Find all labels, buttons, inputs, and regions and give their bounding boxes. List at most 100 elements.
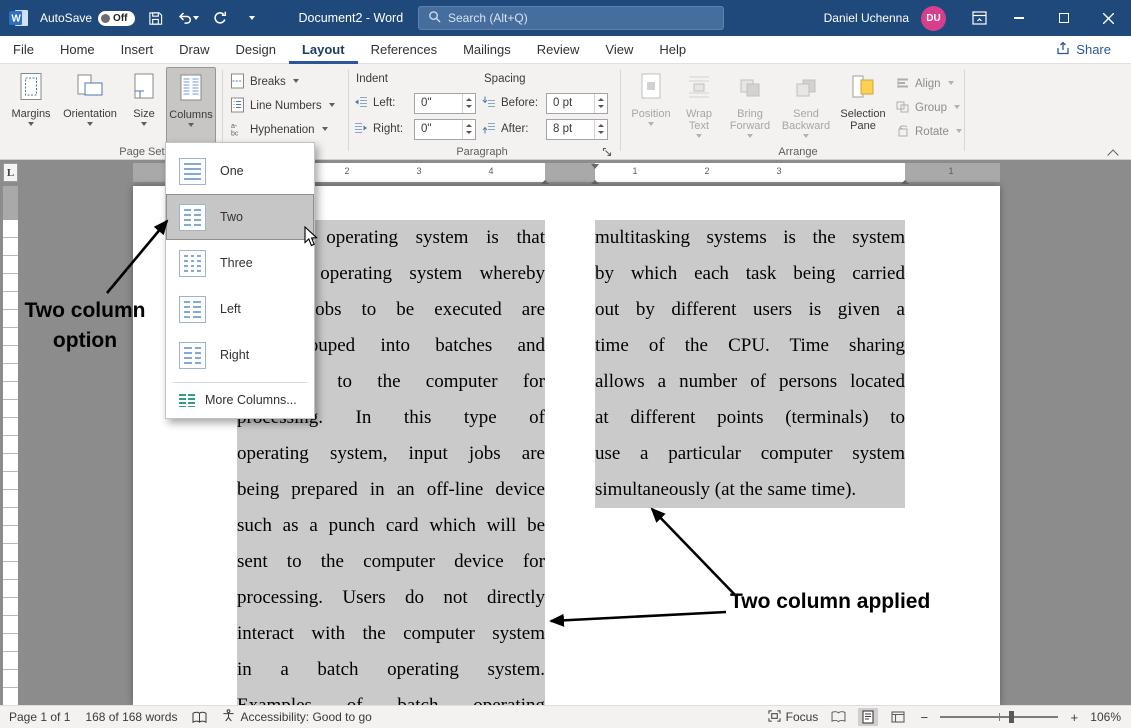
left-indent-marker[interactable] [591, 163, 600, 181]
doc-line[interactable]: sent to the computer device for [237, 544, 545, 580]
web-layout-icon[interactable] [888, 708, 908, 726]
right-indent-marker[interactable] [541, 163, 550, 181]
tab-file[interactable]: File [0, 36, 47, 64]
orientation-button[interactable]: Orientation [58, 67, 122, 143]
doc-line[interactable]: Examples of batch operating [237, 688, 545, 705]
close-button[interactable] [1086, 0, 1131, 36]
line-numbers-button[interactable]: Line Numbers [230, 96, 335, 116]
left-column-icon [179, 296, 206, 323]
size-icon [131, 72, 157, 105]
indent-left-input[interactable]: 0" [414, 93, 476, 114]
focus-button[interactable]: Focus [768, 710, 819, 725]
quick-access-chevron[interactable] [241, 7, 263, 29]
tab-design[interactable]: Design [223, 36, 289, 64]
menu-item-three[interactable]: Three [166, 240, 314, 286]
doc-line[interactable]: at different points (terminals) to [595, 400, 905, 436]
tab-stop-selector[interactable]: L [3, 163, 18, 182]
page-indicator[interactable]: Page 1 of 1 [9, 710, 70, 724]
save-icon[interactable] [145, 7, 167, 29]
doc-line[interactable]: operating system, input jobs are [237, 436, 545, 472]
wrap-text-icon [686, 72, 712, 105]
doc-line[interactable]: simultaneously (at the same time). [595, 472, 905, 508]
hyphenation-icon: a-bc [230, 121, 245, 140]
hyphenation-button[interactable]: a-bc Hyphenation [230, 120, 328, 140]
doc-line[interactable]: out by different users is given a [595, 292, 905, 328]
focus-icon [768, 710, 781, 725]
tab-home[interactable]: Home [47, 36, 108, 64]
size-button[interactable]: Size [124, 67, 164, 143]
zoom-slider[interactable] [940, 716, 1058, 718]
doc-line[interactable]: use a particular computer system [595, 436, 905, 472]
tab-view[interactable]: View [592, 36, 646, 64]
search-input[interactable]: Search (Alt+Q) [418, 6, 724, 30]
print-layout-icon[interactable] [858, 708, 878, 726]
zoom-in-button[interactable]: + [1068, 710, 1080, 725]
menu-item-right[interactable]: Right [166, 332, 314, 378]
selection-pane-button[interactable]: Selection Pane [836, 67, 890, 143]
tab-insert[interactable]: Insert [108, 36, 167, 64]
align-button: Align [896, 74, 954, 94]
indent-right-input[interactable]: 0" [414, 119, 476, 140]
tab-layout[interactable]: Layout [289, 36, 358, 64]
share-button[interactable]: Share [1048, 38, 1119, 61]
menu-item-left[interactable]: Left [166, 286, 314, 332]
doc-line[interactable]: such as a punch card which will be [237, 508, 545, 544]
accessibility-status[interactable]: Accessibility: Good to go [222, 709, 371, 725]
menu-separator [173, 382, 307, 383]
columns-menu: One Two Three Left Right More Columns... [165, 142, 315, 419]
indent-left-stepper[interactable] [462, 94, 475, 113]
user-name[interactable]: Daniel Uchenna [824, 11, 909, 25]
svg-text:bc: bc [231, 130, 239, 137]
tab-help[interactable]: Help [646, 36, 699, 64]
doc-line[interactable]: allows a number of persons located [595, 364, 905, 400]
doc-line[interactable]: time of the CPU. Time sharing [595, 328, 905, 364]
spacing-after-input[interactable]: 8 pt [546, 119, 608, 140]
undo-dropdown-chevron[interactable] [193, 16, 199, 23]
columns-button[interactable]: Columns [166, 67, 216, 143]
right-indent-marker[interactable] [901, 163, 910, 181]
autosave-toggle[interactable]: AutoSave Off [40, 11, 135, 26]
annotation-two-column-option: Two column option [14, 296, 156, 356]
doc-line[interactable]: interact with the computer system [237, 616, 545, 652]
ribbon-display-options-icon[interactable] [962, 0, 996, 36]
menu-item-two[interactable]: Two [166, 194, 314, 240]
svg-text:W: W [11, 14, 21, 25]
proofing-icon[interactable] [192, 711, 207, 724]
breaks-button[interactable]: Breaks [230, 72, 299, 92]
tab-draw[interactable]: Draw [166, 36, 222, 64]
send-backward-button: Send Backward [778, 67, 834, 143]
doc-line[interactable]: in a batch operating system. [237, 652, 545, 688]
maximize-button[interactable] [1041, 0, 1086, 36]
spacing-after-stepper[interactable] [594, 120, 607, 139]
avatar[interactable]: DU [921, 6, 946, 31]
doc-line[interactable]: processing. Users do not directly [237, 580, 545, 616]
minimize-button[interactable] [996, 0, 1041, 36]
undo-button[interactable] [177, 7, 199, 29]
spacing-before-stepper[interactable] [594, 94, 607, 113]
word-count[interactable]: 168 of 168 words [85, 710, 177, 724]
zoom-level[interactable]: 106% [1090, 710, 1121, 724]
doc-line[interactable]: multitasking systems is the system [595, 220, 905, 256]
read-mode-icon[interactable] [828, 708, 848, 726]
tab-review[interactable]: Review [524, 36, 593, 64]
tab-references[interactable]: References [358, 36, 450, 64]
menu-item-one[interactable]: One [166, 148, 314, 194]
menu-item-more-columns[interactable]: More Columns... [166, 386, 314, 414]
zoom-out-button[interactable]: − [918, 710, 930, 725]
doc-line[interactable]: being prepared in an off-line device [237, 472, 545, 508]
vertical-ruler[interactable] [3, 186, 18, 705]
status-bar: Page 1 of 1 168 of 168 words Accessibili… [0, 705, 1131, 728]
paragraph-dialog-launcher[interactable] [600, 145, 614, 159]
tab-mailings[interactable]: Mailings [450, 36, 524, 64]
doc-line[interactable]: by which each task being carried [595, 256, 905, 292]
spacing-before-icon [482, 96, 496, 111]
columns-icon [178, 73, 204, 106]
zoom-slider-thumb[interactable] [1009, 711, 1014, 723]
word-logo[interactable]: W [8, 7, 30, 29]
spacing-before-input[interactable]: 0 pt [546, 93, 608, 114]
margins-button[interactable]: Margins [6, 67, 56, 143]
collapse-ribbon-button[interactable] [1106, 146, 1120, 160]
margins-icon [18, 72, 44, 105]
indent-right-stepper[interactable] [462, 120, 475, 139]
redo-button[interactable] [209, 7, 231, 29]
